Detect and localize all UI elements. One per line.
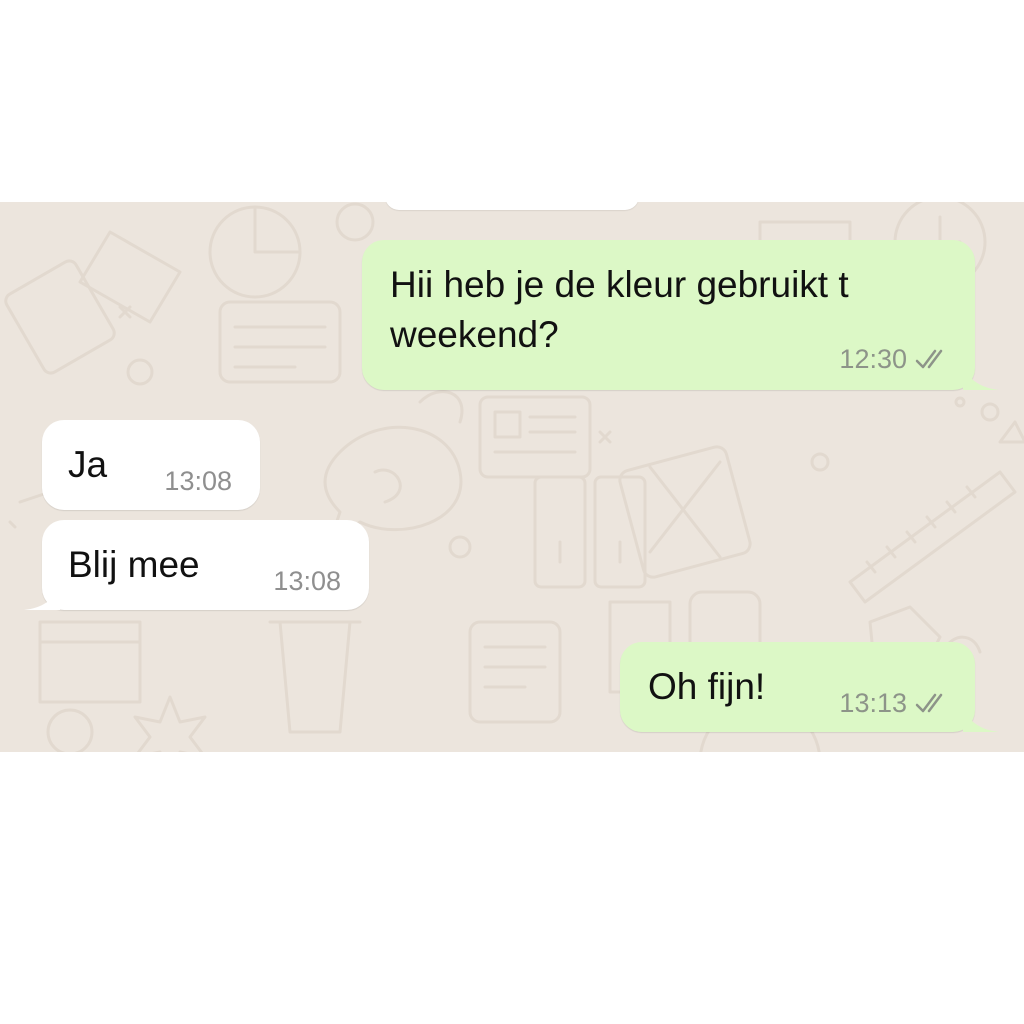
bubble-tail <box>963 708 999 732</box>
bubble-tail <box>963 366 999 390</box>
outgoing-message-bubble[interactable]: Oh fijn! 13:13 <box>620 642 999 732</box>
message-timestamp: 13:13 <box>839 688 907 718</box>
message-timestamp: 13:08 <box>164 466 232 496</box>
incoming-message-bubble[interactable]: Blij mee 13:08 <box>24 520 369 610</box>
double-check-icon <box>915 693 943 713</box>
message-meta: 12:30 <box>839 344 953 374</box>
double-check-icon <box>915 349 943 369</box>
incoming-message-bubble[interactable]: Ja 13:08 <box>42 420 260 510</box>
message-timestamp: 13:08 <box>273 566 341 596</box>
message-meta: 13:08 <box>164 466 232 496</box>
chat-area[interactable]: Hii heb je de kleur gebruikt t weekend? … <box>0 202 1024 752</box>
previous-message-edge <box>385 202 639 210</box>
message-meta: 13:13 <box>839 688 953 718</box>
message-text-line: Hii heb je de kleur gebruikt t <box>390 264 849 305</box>
message-meta: 13:08 <box>273 566 341 596</box>
outgoing-message-bubble[interactable]: Hii heb je de kleur gebruikt t weekend? … <box>362 240 999 390</box>
screenshot-page: Hii heb je de kleur gebruikt t weekend? … <box>0 0 1024 1024</box>
bubble-tail <box>24 586 60 610</box>
message-timestamp: 12:30 <box>839 344 907 374</box>
